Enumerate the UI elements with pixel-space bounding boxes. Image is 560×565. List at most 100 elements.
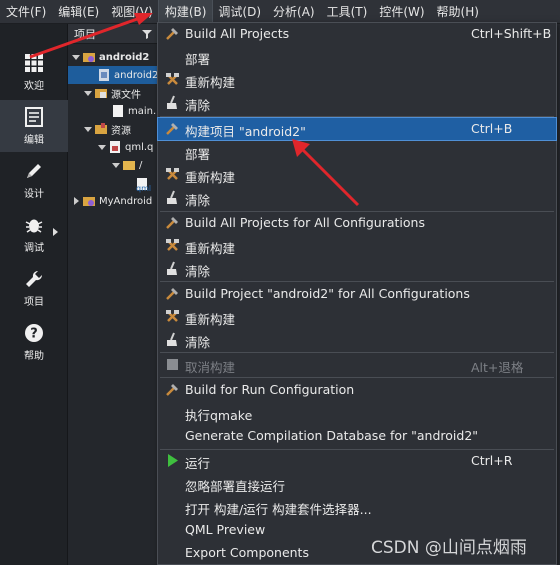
menubar: 文件(F) 编辑(E) 视图(V) 构建(B) 调试(D) 分析(A) 工具(T… (0, 0, 560, 25)
project-pane-title: 项目 (74, 27, 96, 41)
tree-item-pro-file[interactable]: android2 (68, 66, 158, 84)
tree-item-resources[interactable]: 资源 (68, 120, 158, 138)
menu-item-cancel-build[interactable]: 取消构建 Alt+退格 (158, 354, 556, 376)
menu-item-open-kit-selector[interactable]: 打开 构建/运行 构建套件选择器... (158, 496, 556, 518)
tree-item-label: 资源 (111, 125, 131, 137)
menu-item-label: QML Preview (185, 522, 266, 537)
menu-item-label: 构建项目 "android2" (185, 124, 306, 139)
menu-separator (160, 281, 554, 282)
menu-item-label: 清除 (185, 98, 211, 113)
menu-tools[interactable]: 工具(T) (321, 0, 374, 24)
menu-file[interactable]: 文件(F) (0, 0, 52, 24)
mode-debug[interactable]: 调试 (0, 208, 68, 260)
menu-item-rebuild-project[interactable]: 重新构建 (158, 164, 556, 186)
rebuild-hammers-icon (166, 310, 179, 322)
project-folder-icon (83, 197, 95, 206)
play-icon (168, 454, 178, 467)
menu-item-rebuild-project-all-configs[interactable]: 重新构建 (158, 306, 556, 328)
submenu-arrow-icon (53, 228, 58, 236)
menu-item-run[interactable]: 运行 Ctrl+R (158, 450, 556, 472)
menu-item-label: 部署 (185, 147, 211, 162)
menu-item-rebuild-all-configs[interactable]: 重新构建 (158, 235, 556, 257)
expand-arrow-icon[interactable] (84, 125, 92, 133)
menu-separator (160, 116, 554, 117)
tree-item-qrc[interactable]: qml.q (68, 138, 158, 156)
menu-item-clean-all[interactable]: 清除 (158, 92, 556, 114)
svg-text:?: ? (30, 327, 38, 342)
menu-item-label: Export Components (185, 545, 309, 560)
menu-item-deploy-project[interactable]: 部署 (158, 141, 556, 163)
menu-item-generate-compilation-db[interactable]: Generate Compilation Database for "andro… (158, 425, 556, 447)
broom-icon (167, 95, 177, 109)
mode-sidebar: 欢迎 编辑 设计 调试 项目 ? 帮助 (0, 24, 68, 565)
tree-item-label: android2 (114, 69, 158, 81)
menu-separator (160, 377, 554, 378)
expand-arrow-icon[interactable] (112, 161, 120, 169)
menu-item-run-qmake[interactable]: 执行qmake (158, 402, 556, 424)
menu-controls[interactable]: 控件(W) (373, 0, 430, 24)
menu-item-label: Build All Projects (185, 26, 290, 41)
menu-view[interactable]: 视图(V) (105, 0, 159, 24)
filter-icon[interactable] (142, 29, 152, 39)
tree-item-qml[interactable]: qml (68, 174, 158, 194)
mode-design[interactable]: 设计 (0, 154, 68, 206)
mode-label: 帮助 (24, 351, 44, 362)
wrench-icon (23, 268, 45, 290)
menu-item-label: 清除 (185, 264, 211, 279)
menu-analyze[interactable]: 分析(A) (267, 0, 321, 24)
menu-debug[interactable]: 调试(D) (212, 0, 267, 24)
menu-item-build-all-projects[interactable]: Build All Projects Ctrl+Shift+B (158, 23, 556, 45)
build-menu-dropdown: Build All Projects Ctrl+Shift+B 部署 重新构建 … (157, 22, 557, 565)
menu-item-label: 执行qmake (185, 408, 253, 423)
tree-item-myandroid[interactable]: MyAndroid (68, 192, 158, 210)
expand-arrow-icon[interactable] (98, 143, 106, 151)
menu-edit[interactable]: 编辑(E) (52, 0, 105, 24)
tree-item-main-cpp[interactable]: main. (68, 102, 158, 120)
tree-item-prefix[interactable]: / (68, 156, 158, 174)
expand-arrow-icon[interactable] (84, 89, 92, 97)
grid-icon (23, 52, 45, 74)
hammer-icon (166, 384, 178, 396)
hammer-icon (166, 123, 178, 135)
collapsed-arrow-icon[interactable] (72, 197, 80, 205)
menu-build[interactable]: 构建(B) (157, 0, 214, 25)
menu-separator (160, 352, 554, 353)
mode-label: 调试 (24, 243, 44, 254)
tree-item-label: / (139, 159, 143, 171)
menu-help[interactable]: 帮助(H) (431, 0, 485, 24)
tree-item-project[interactable]: android2 (68, 48, 158, 66)
menu-item-label: Build All Projects for All Configuration… (185, 215, 425, 230)
menu-item-deploy-all[interactable]: 部署 (158, 46, 556, 68)
menu-item-run-without-deploy[interactable]: 忽略部署直接运行 (158, 473, 556, 495)
tree-item-sources[interactable]: 源文件 (68, 84, 158, 102)
menu-item-clean-project[interactable]: 清除 (158, 187, 556, 209)
mode-welcome[interactable]: 欢迎 (0, 46, 68, 98)
mode-help[interactable]: ? 帮助 (0, 316, 68, 368)
mode-label: 项目 (24, 297, 44, 308)
menu-item-label: 运行 (185, 456, 211, 471)
mode-edit[interactable]: 编辑 (0, 100, 68, 152)
menu-item-label: 忽略部署直接运行 (185, 479, 286, 494)
menu-item-label: Generate Compilation Database for "andro… (185, 428, 479, 443)
menu-item-build-for-run[interactable]: Build for Run Configuration (158, 379, 556, 401)
menu-item-build-project[interactable]: 构建项目 "android2" Ctrl+B (157, 117, 557, 141)
hammer-icon (166, 28, 178, 40)
source-folder-icon (95, 89, 107, 98)
menu-item-build-project-all-configs[interactable]: Build Project "android2" for All Configu… (158, 283, 556, 305)
rebuild-hammers-icon (166, 239, 179, 251)
menu-item-shortcut: Alt+退格 (471, 360, 524, 375)
broom-icon (167, 190, 177, 204)
menu-item-clean-all-configs[interactable]: 清除 (158, 258, 556, 280)
expand-arrow-icon[interactable] (72, 53, 80, 61)
resource-folder-icon (95, 123, 107, 134)
menu-item-rebuild-all[interactable]: 重新构建 (158, 69, 556, 91)
project-folder-icon (83, 53, 95, 62)
tree-item-label: MyAndroid (99, 195, 153, 207)
tree-item-label: qml.q (125, 141, 154, 153)
menu-item-label: 部署 (185, 52, 211, 67)
mode-label: 设计 (24, 189, 44, 200)
mode-projects[interactable]: 项目 (0, 262, 68, 314)
project-pane-header: 项目 (68, 24, 158, 44)
menu-item-clean-project-all-configs[interactable]: 清除 (158, 329, 556, 351)
menu-item-build-all-configs[interactable]: Build All Projects for All Configuration… (158, 212, 556, 234)
